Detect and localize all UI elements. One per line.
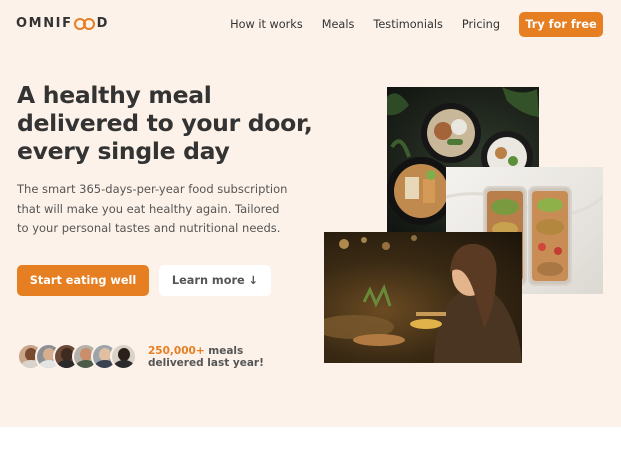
nav-link-pricing[interactable]: Pricing — [462, 18, 500, 31]
nav-link-testimonials[interactable]: Testimonials — [373, 18, 443, 31]
meals-delivered-count: 250,000+ — [148, 345, 205, 357]
woman-eating-photo — [324, 232, 522, 363]
meals-delivered-text: 250,000+ meals delivered last year! — [148, 345, 298, 369]
logo-text-start: OMNIF — [16, 16, 73, 31]
avatar — [110, 343, 137, 370]
start-eating-well-button[interactable]: Start eating well — [17, 265, 149, 296]
nav-link-meals[interactable]: Meals — [322, 18, 355, 31]
try-for-free-button[interactable]: Try for free — [519, 12, 603, 37]
hero-section: OMNIF D How it works Meals Testimonials … — [0, 0, 621, 427]
logo-text-end: D — [96, 16, 109, 31]
nav-link-how-it-works[interactable]: How it works — [230, 18, 303, 31]
hero-description: The smart 365-days-per-year food subscri… — [17, 182, 288, 235]
main-nav: How it works Meals Testimonials Pricing … — [230, 12, 603, 37]
hero-title: A healthy meal delivered to your door, e… — [17, 81, 313, 165]
omnifood-logo[interactable]: OMNIF D — [16, 16, 109, 31]
learn-more-button[interactable]: Learn more ↓ — [159, 265, 271, 296]
logo-double-o-icon — [73, 17, 96, 30]
